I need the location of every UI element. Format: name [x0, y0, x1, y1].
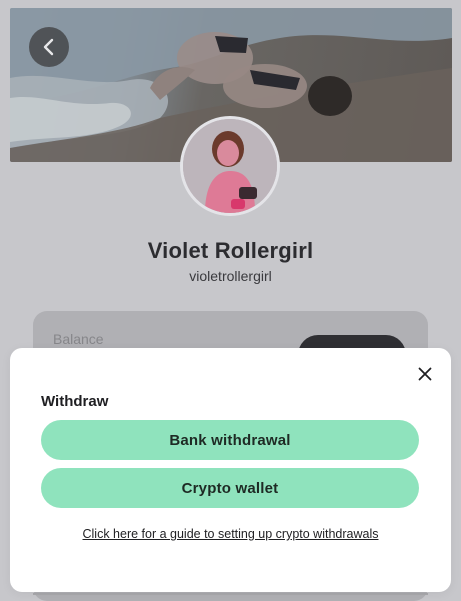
- profile-page: Violet Rollergirl violetrollergirl Balan…: [0, 0, 461, 601]
- balance-label: Balance: [53, 331, 104, 347]
- close-icon: [418, 367, 432, 381]
- crypto-guide-link[interactable]: Click here for a guide to setting up cry…: [10, 527, 451, 541]
- crypto-wallet-button[interactable]: Crypto wallet: [41, 468, 419, 508]
- bank-withdrawal-label: Bank withdrawal: [169, 431, 291, 449]
- divider: [33, 593, 428, 595]
- username: violetrollergirl: [189, 268, 272, 284]
- back-button[interactable]: [29, 27, 69, 67]
- crypto-wallet-label: Crypto wallet: [181, 479, 279, 497]
- display-name: Violet Rollergirl: [147, 238, 314, 263]
- bank-withdrawal-button[interactable]: Bank withdrawal: [41, 420, 419, 460]
- avatar: [180, 116, 280, 216]
- avatar-image: [183, 119, 277, 213]
- close-button[interactable]: [413, 362, 437, 386]
- chevron-left-icon: [43, 38, 54, 56]
- modal-title: Withdraw: [41, 393, 109, 410]
- withdraw-modal: Withdraw Bank withdrawal Crypto wallet C…: [10, 348, 451, 592]
